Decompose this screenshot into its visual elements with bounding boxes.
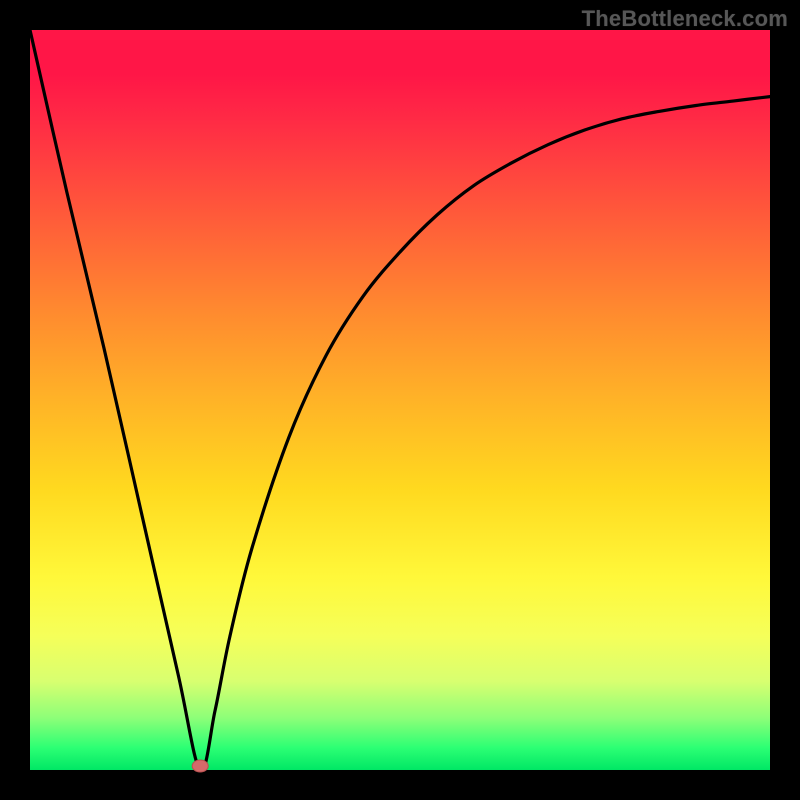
bottleneck-curve-svg — [30, 30, 770, 770]
optimum-marker — [192, 760, 208, 772]
watermark-text: TheBottleneck.com — [582, 6, 788, 32]
chart-frame: TheBottleneck.com — [0, 0, 800, 800]
bottleneck-curve — [30, 30, 770, 771]
plot-area — [30, 30, 770, 770]
